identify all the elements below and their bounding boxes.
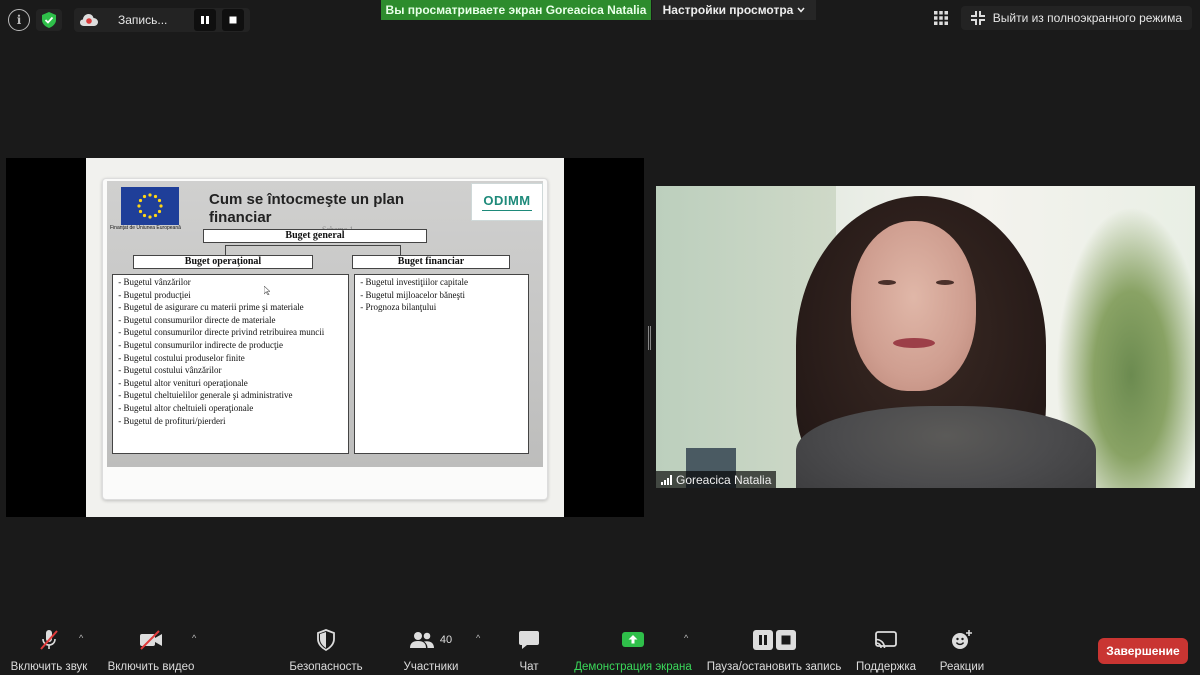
list-item: - Bugetul investiţiilor capitale: [358, 277, 468, 287]
pause-stop-recording-label: Пауза/остановить запись: [706, 661, 842, 673]
chevron-down-icon: [797, 7, 805, 13]
share-options-caret-icon[interactable]: ^: [684, 633, 688, 643]
participant-body: [796, 406, 1096, 488]
list-item: - Bugetul consumurilor indirecte de prod…: [116, 339, 283, 350]
eu-flag-logo: [121, 187, 179, 225]
gallery-view-icon[interactable]: [927, 6, 955, 30]
recording-panel: Запись...: [74, 8, 250, 32]
cloud-recording-icon: [80, 14, 98, 26]
info-icon[interactable]: i: [8, 9, 30, 31]
start-video-label: Включить видео: [107, 661, 195, 673]
chat-label: Чат: [519, 661, 539, 673]
list-item: - Prognoza bilanţului: [358, 302, 437, 313]
end-meeting-button[interactable]: Завершение: [1098, 638, 1188, 664]
participants-options-caret-icon[interactable]: ^: [476, 633, 480, 643]
support-button[interactable]: Поддержка: [854, 628, 918, 673]
security-button[interactable]: Безопасность: [288, 628, 364, 673]
share-screen-icon: [621, 628, 645, 652]
eu-caption: Finanţat de Uniunea Europeană: [110, 225, 181, 231]
presentation-slide: Finanţat de Uniunea Europeană Cum se înt…: [86, 158, 564, 517]
view-options-button[interactable]: Настройки просмотра: [652, 0, 816, 20]
participant-name: Goreacica Natalia: [676, 472, 772, 487]
odimm-logo-text: ODIMM: [483, 193, 531, 208]
participants-label: Участники: [403, 661, 459, 673]
share-screen-button[interactable]: Демонстрация экрана: [572, 628, 694, 673]
participants-button[interactable]: 40 Участники: [400, 628, 462, 673]
exit-fullscreen-icon: [970, 11, 985, 25]
participants-icon: 40: [409, 628, 453, 652]
unmute-button[interactable]: Включить звук: [10, 628, 88, 673]
view-options-label: Настройки просмотра: [662, 3, 794, 17]
list-item: - Bugetul producţiei: [116, 289, 191, 300]
list-item: - Bugetul mijloacelor băneşti: [358, 289, 465, 300]
recording-label: Запись...: [118, 13, 168, 27]
stop-recording-icon[interactable]: [222, 9, 244, 31]
slide-content: Finanţat de Uniunea Europeană Cum se înt…: [102, 178, 548, 500]
unmute-label: Включить звук: [10, 661, 88, 673]
list-item: - Bugetul de profituri/pierderi: [116, 415, 226, 426]
participant-face: [851, 221, 976, 391]
reactions-button[interactable]: Реакции: [938, 628, 986, 673]
encryption-shield-icon[interactable]: [36, 9, 62, 31]
participant-video[interactable]: [656, 186, 1195, 488]
video-options-caret-icon[interactable]: ^: [192, 633, 196, 643]
financial-budget-list: - Bugetul investiţiilor capitale - Buget…: [354, 274, 529, 454]
exit-fullscreen-button[interactable]: Выйти из полноэкранного режима: [960, 6, 1192, 30]
list-item: - Bugetul vânzărilor: [116, 277, 191, 287]
top-left-controls: i Запись...: [8, 8, 250, 32]
participants-count: 40: [439, 634, 453, 646]
general-budget-box: Buget general: [203, 229, 427, 243]
security-label: Безопасность: [289, 661, 363, 673]
audio-options-caret-icon[interactable]: ^: [79, 633, 83, 643]
list-item: - Bugetul cheltuielilor generale şi admi…: [116, 390, 293, 401]
pause-stop-recording-button[interactable]: Пауза/остановить запись: [706, 628, 842, 673]
muted-microphone-icon: [37, 628, 61, 652]
list-item: - Bugetul altor cheltuieli operaţionale: [116, 402, 254, 413]
top-right-controls: Выйти из полноэкранного режима: [927, 6, 1192, 30]
list-item: - Bugetul costului produselor finite: [116, 352, 245, 363]
exit-fullscreen-label: Выйти из полноэкранного режима: [992, 11, 1182, 25]
list-item: - Bugetul costului vânzărilor: [116, 365, 222, 376]
list-item: - Bugetul altor venituri operaţionale: [116, 377, 248, 388]
budget-connector: [225, 245, 401, 255]
slide-title: Cum se întocmeşte un plan financiar: [209, 191, 405, 226]
security-shield-icon: [316, 628, 336, 652]
operational-budget-box: Buget operaţional: [133, 255, 313, 269]
participant-mouth: [893, 338, 935, 348]
video-off-icon: [138, 628, 164, 652]
chat-button[interactable]: Чат: [512, 628, 546, 673]
screen-share-banner: Вы просматриваете экран Goreacica Natali…: [381, 0, 651, 20]
list-item: - Bugetul de asigurare cu materii prime …: [116, 302, 304, 313]
participant-eye: [878, 280, 896, 285]
reactions-label: Реакции: [939, 661, 985, 673]
participant-eye: [936, 280, 954, 285]
odimm-logo-underline: [482, 210, 532, 211]
support-cast-icon: [874, 628, 898, 652]
pause-recording-icon[interactable]: [194, 9, 216, 31]
start-video-button[interactable]: Включить видео: [106, 628, 196, 673]
emoji-plus-icon: [950, 628, 974, 652]
chat-bubble-icon: [518, 628, 540, 652]
connection-signal-icon: [661, 474, 672, 485]
split-view-handle[interactable]: [648, 326, 652, 350]
meeting-toolbar: Включить звук ^ Включить видео ^ Безопас…: [0, 622, 1200, 675]
list-item: - Bugetul consumurilor directe privind r…: [116, 327, 325, 338]
mouse-pointer-icon: [263, 285, 271, 297]
share-screen-label: Демонстрация экрана: [574, 661, 692, 673]
financial-budget-box: Buget financiar: [352, 255, 510, 269]
shared-screen: Finanţat de Uniunea Europeană Cum se înt…: [6, 158, 644, 517]
participant-name-tag: Goreacica Natalia: [656, 471, 777, 488]
slide-gray-panel: Finanţat de Uniunea Europeană Cum se înt…: [107, 181, 543, 467]
list-item: - Bugetul consumurilor directe de materi…: [116, 314, 276, 325]
odimm-logo: ODIMM: [471, 183, 543, 221]
support-label: Поддержка: [856, 661, 916, 673]
operational-budget-list: - Bugetul vânzărilor - Bugetul producţie…: [112, 274, 349, 454]
recording-controls-icon: [752, 628, 796, 652]
